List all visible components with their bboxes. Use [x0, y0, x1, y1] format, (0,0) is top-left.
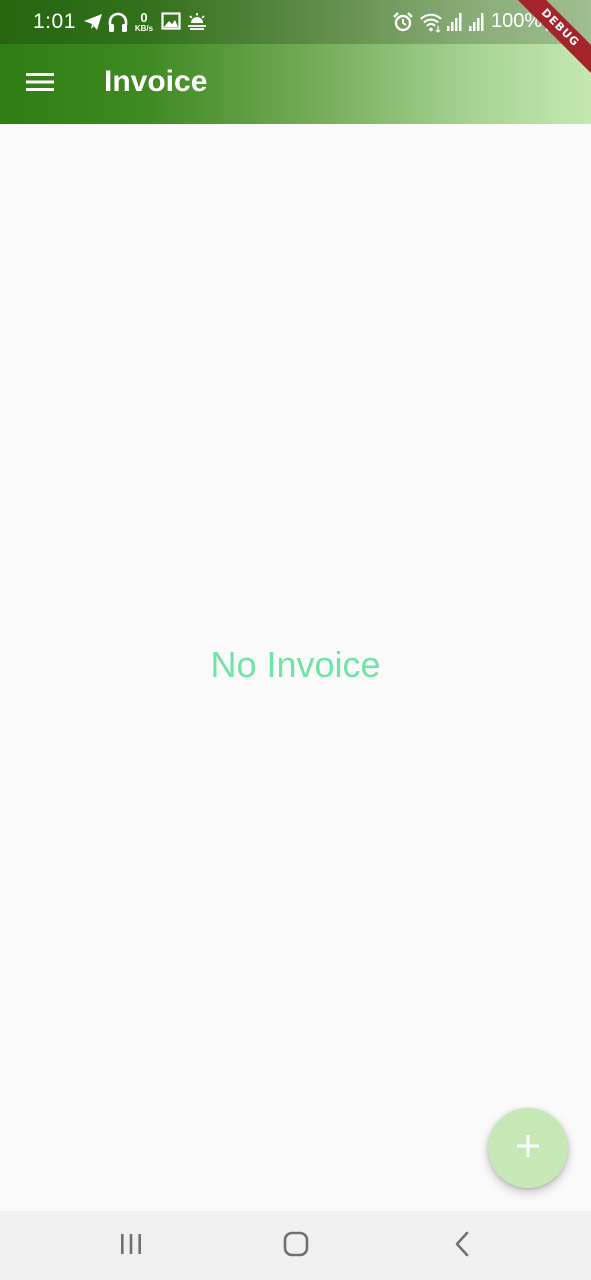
home-button[interactable] — [266, 1221, 326, 1271]
status-bar: 1:01 0 KB/s 100% — [0, 0, 591, 44]
empty-state-message: No Invoice — [210, 644, 381, 685]
home-icon — [283, 1231, 309, 1262]
gallery-icon — [161, 11, 181, 36]
alarm-icon — [392, 11, 414, 38]
network-speed-unit: KB/s — [134, 24, 154, 33]
signal-icon — [467, 11, 485, 38]
headphones-icon — [107, 11, 129, 38]
recent-apps-icon — [119, 1233, 143, 1260]
telegram-icon — [82, 11, 104, 38]
page-title: Invoice — [104, 65, 208, 98]
app-bar: Invoice — [0, 44, 591, 124]
menu-icon — [26, 71, 54, 98]
status-time: 1:01 — [33, 10, 76, 33]
weather-icon — [186, 11, 208, 38]
navigation-bar — [0, 1211, 591, 1280]
top-header: 1:01 0 KB/s 100% Invoice DEBUG — [0, 0, 591, 124]
signal-icon — [445, 11, 463, 38]
menu-button[interactable] — [16, 60, 64, 108]
plus-icon — [515, 1133, 541, 1164]
wifi-icon — [419, 11, 443, 38]
network-speed: 0 KB/s — [132, 11, 156, 35]
back-icon — [454, 1231, 470, 1262]
network-speed-value: 0 — [140, 10, 148, 25]
add-invoice-button[interactable] — [488, 1108, 568, 1188]
back-button[interactable] — [432, 1221, 492, 1271]
recent-apps-button[interactable] — [101, 1221, 161, 1271]
